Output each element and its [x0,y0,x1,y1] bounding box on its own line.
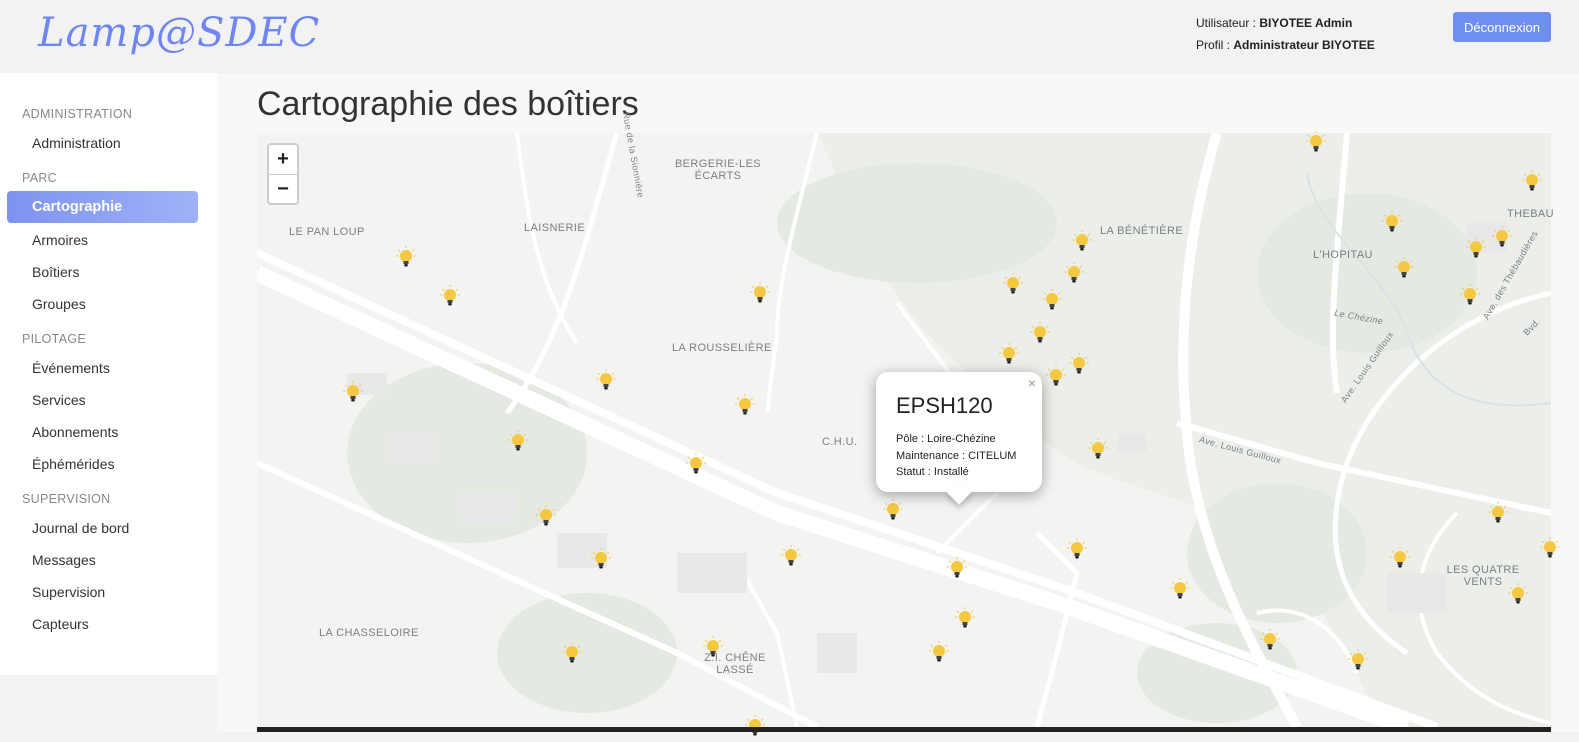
bulb-marker-icon[interactable] [1042,289,1062,311]
bulb-marker-icon[interactable] [1394,257,1414,279]
sidebar-item-supervision[interactable]: Supervision [32,584,105,600]
profile-name: Administrateur BIYOTEE [1233,38,1375,52]
bulb-marker-icon[interactable] [1260,629,1280,651]
bulb-marker-icon[interactable] [396,246,416,268]
bulb-marker-icon[interactable] [1306,131,1326,153]
bulb-marker-icon[interactable] [1492,226,1512,248]
bulb-marker-icon[interactable] [735,394,755,416]
bulb-marker-icon[interactable] [1348,649,1368,671]
bulb-marker-icon[interactable] [596,369,616,391]
popup-statut: Statut : Installé [896,466,969,478]
bulb-marker-icon[interactable] [536,505,556,527]
close-icon[interactable]: × [1028,375,1036,391]
profile-label: Profil : [1196,38,1231,52]
sidebar-item-administration[interactable]: Administration [32,135,121,151]
bulb-marker-icon[interactable] [1390,547,1410,569]
section-supervision: SUPERVISION [22,492,111,506]
sidebar-item-journal[interactable]: Journal de bord [32,520,129,536]
popup-title: EPSH120 [896,393,993,418]
app-header: Lamp@SDEC Utilisateur : BIYOTEE Admin Pr… [0,0,1579,73]
popup-pole: Pôle : Loire-Chézine [896,433,996,445]
sidebar-item-ephemerides[interactable]: Éphémérides [32,456,115,472]
sidebar-item-messages[interactable]: Messages [32,552,96,568]
section-parc: PARC [22,171,58,185]
map-bottom-bar [257,727,1551,732]
bulb-marker-icon[interactable] [1540,537,1560,559]
app-logo[interactable]: Lamp@SDEC [38,10,320,56]
bulb-marker-icon[interactable] [929,641,949,663]
sidebar-item-capteurs[interactable]: Capteurs [32,616,89,632]
place-bergerie: BERGERIE-LES ÉCARTS [674,158,762,182]
place-rousseliere: LA ROUSSELIÈRE [672,342,772,354]
sidebar-item-abonnements[interactable]: Abonnements [32,424,118,440]
popup-maintenance: Maintenance : CITELUM [896,449,1017,462]
place-chu: C.H.U. [822,436,858,448]
sidebar-item-services[interactable]: Services [32,392,86,408]
bulb-marker-icon[interactable] [1046,365,1066,387]
bulb-marker-icon[interactable] [440,285,460,307]
page-title: Cartographie des boîtiers [257,85,639,123]
bulb-marker-icon[interactable] [343,381,363,403]
sidebar-item-cartographie[interactable]: Cartographie [7,191,198,223]
place-laisnerie: LAISNERIE [524,222,586,234]
zoom-control: + − [267,143,299,205]
bulb-marker-icon[interactable] [1460,284,1480,306]
bulb-marker-icon[interactable] [1064,262,1084,284]
marker-popup: × EPSH120 Pôle : Loire-Chézine Maintenan… [876,372,1042,492]
place-chasseloire: LA CHASSELOIRE [319,627,419,639]
bulb-marker-icon[interactable] [1069,353,1089,375]
section-administration: ADMINISTRATION [22,107,133,121]
bulb-marker-icon[interactable] [745,715,765,737]
bulb-marker-icon[interactable] [508,430,528,452]
bulb-marker-icon[interactable] [1072,230,1092,252]
bulb-marker-icon[interactable] [999,343,1019,365]
bulb-marker-icon[interactable] [1170,578,1190,600]
place-hopitau: L'HOPITAU [1313,249,1373,261]
bulb-marker-icon[interactable] [947,557,967,579]
sidebar-item-armoires[interactable]: Armoires [32,232,88,248]
place-thebau: THEBAU [1507,208,1555,220]
bulb-marker-icon[interactable] [703,636,723,658]
sidebar-item-boitiers[interactable]: Boîtiers [32,264,79,280]
bulb-marker-icon[interactable] [1508,583,1528,605]
bulb-marker-icon[interactable] [883,499,903,521]
logout-button[interactable]: Déconnexion [1453,12,1551,42]
bulb-marker-icon[interactable] [955,607,975,629]
place-pan-loup: LE PAN LOUP [289,226,365,238]
bulb-marker-icon[interactable] [1522,170,1542,192]
section-pilotage: PILOTAGE [22,332,86,346]
bulb-marker-icon[interactable] [591,548,611,570]
bulb-marker-icon[interactable] [1067,538,1087,560]
bulb-marker-icon[interactable] [1488,502,1508,524]
bulb-marker-icon[interactable] [750,282,770,304]
bulb-marker-icon[interactable] [1030,322,1050,344]
bulb-marker-icon[interactable] [781,545,801,567]
bulb-marker-icon[interactable] [686,453,706,475]
bulb-marker-icon[interactable] [1003,273,1023,295]
bulb-marker-icon[interactable] [1466,237,1486,259]
sidebar-item-evenements[interactable]: Événements [32,360,110,376]
place-benetiere: LA BÉNÉTIÈRE [1100,225,1184,237]
bulb-marker-icon[interactable] [1382,211,1402,233]
user-name: BIYOTEE Admin [1259,16,1353,30]
user-label: Utilisateur : [1196,16,1257,30]
zoom-out-button[interactable]: − [269,175,297,204]
bulb-marker-icon[interactable] [562,642,582,664]
sidebar-item-groupes[interactable]: Groupes [32,296,86,312]
popup-details: Pôle : Loire-Chézine Maintenance : CITEL… [896,431,1016,481]
zoom-in-button[interactable]: + [269,145,297,175]
user-info: Utilisateur : BIYOTEE Admin Profil : Adm… [1196,12,1375,56]
bulb-marker-icon[interactable] [1088,438,1108,460]
